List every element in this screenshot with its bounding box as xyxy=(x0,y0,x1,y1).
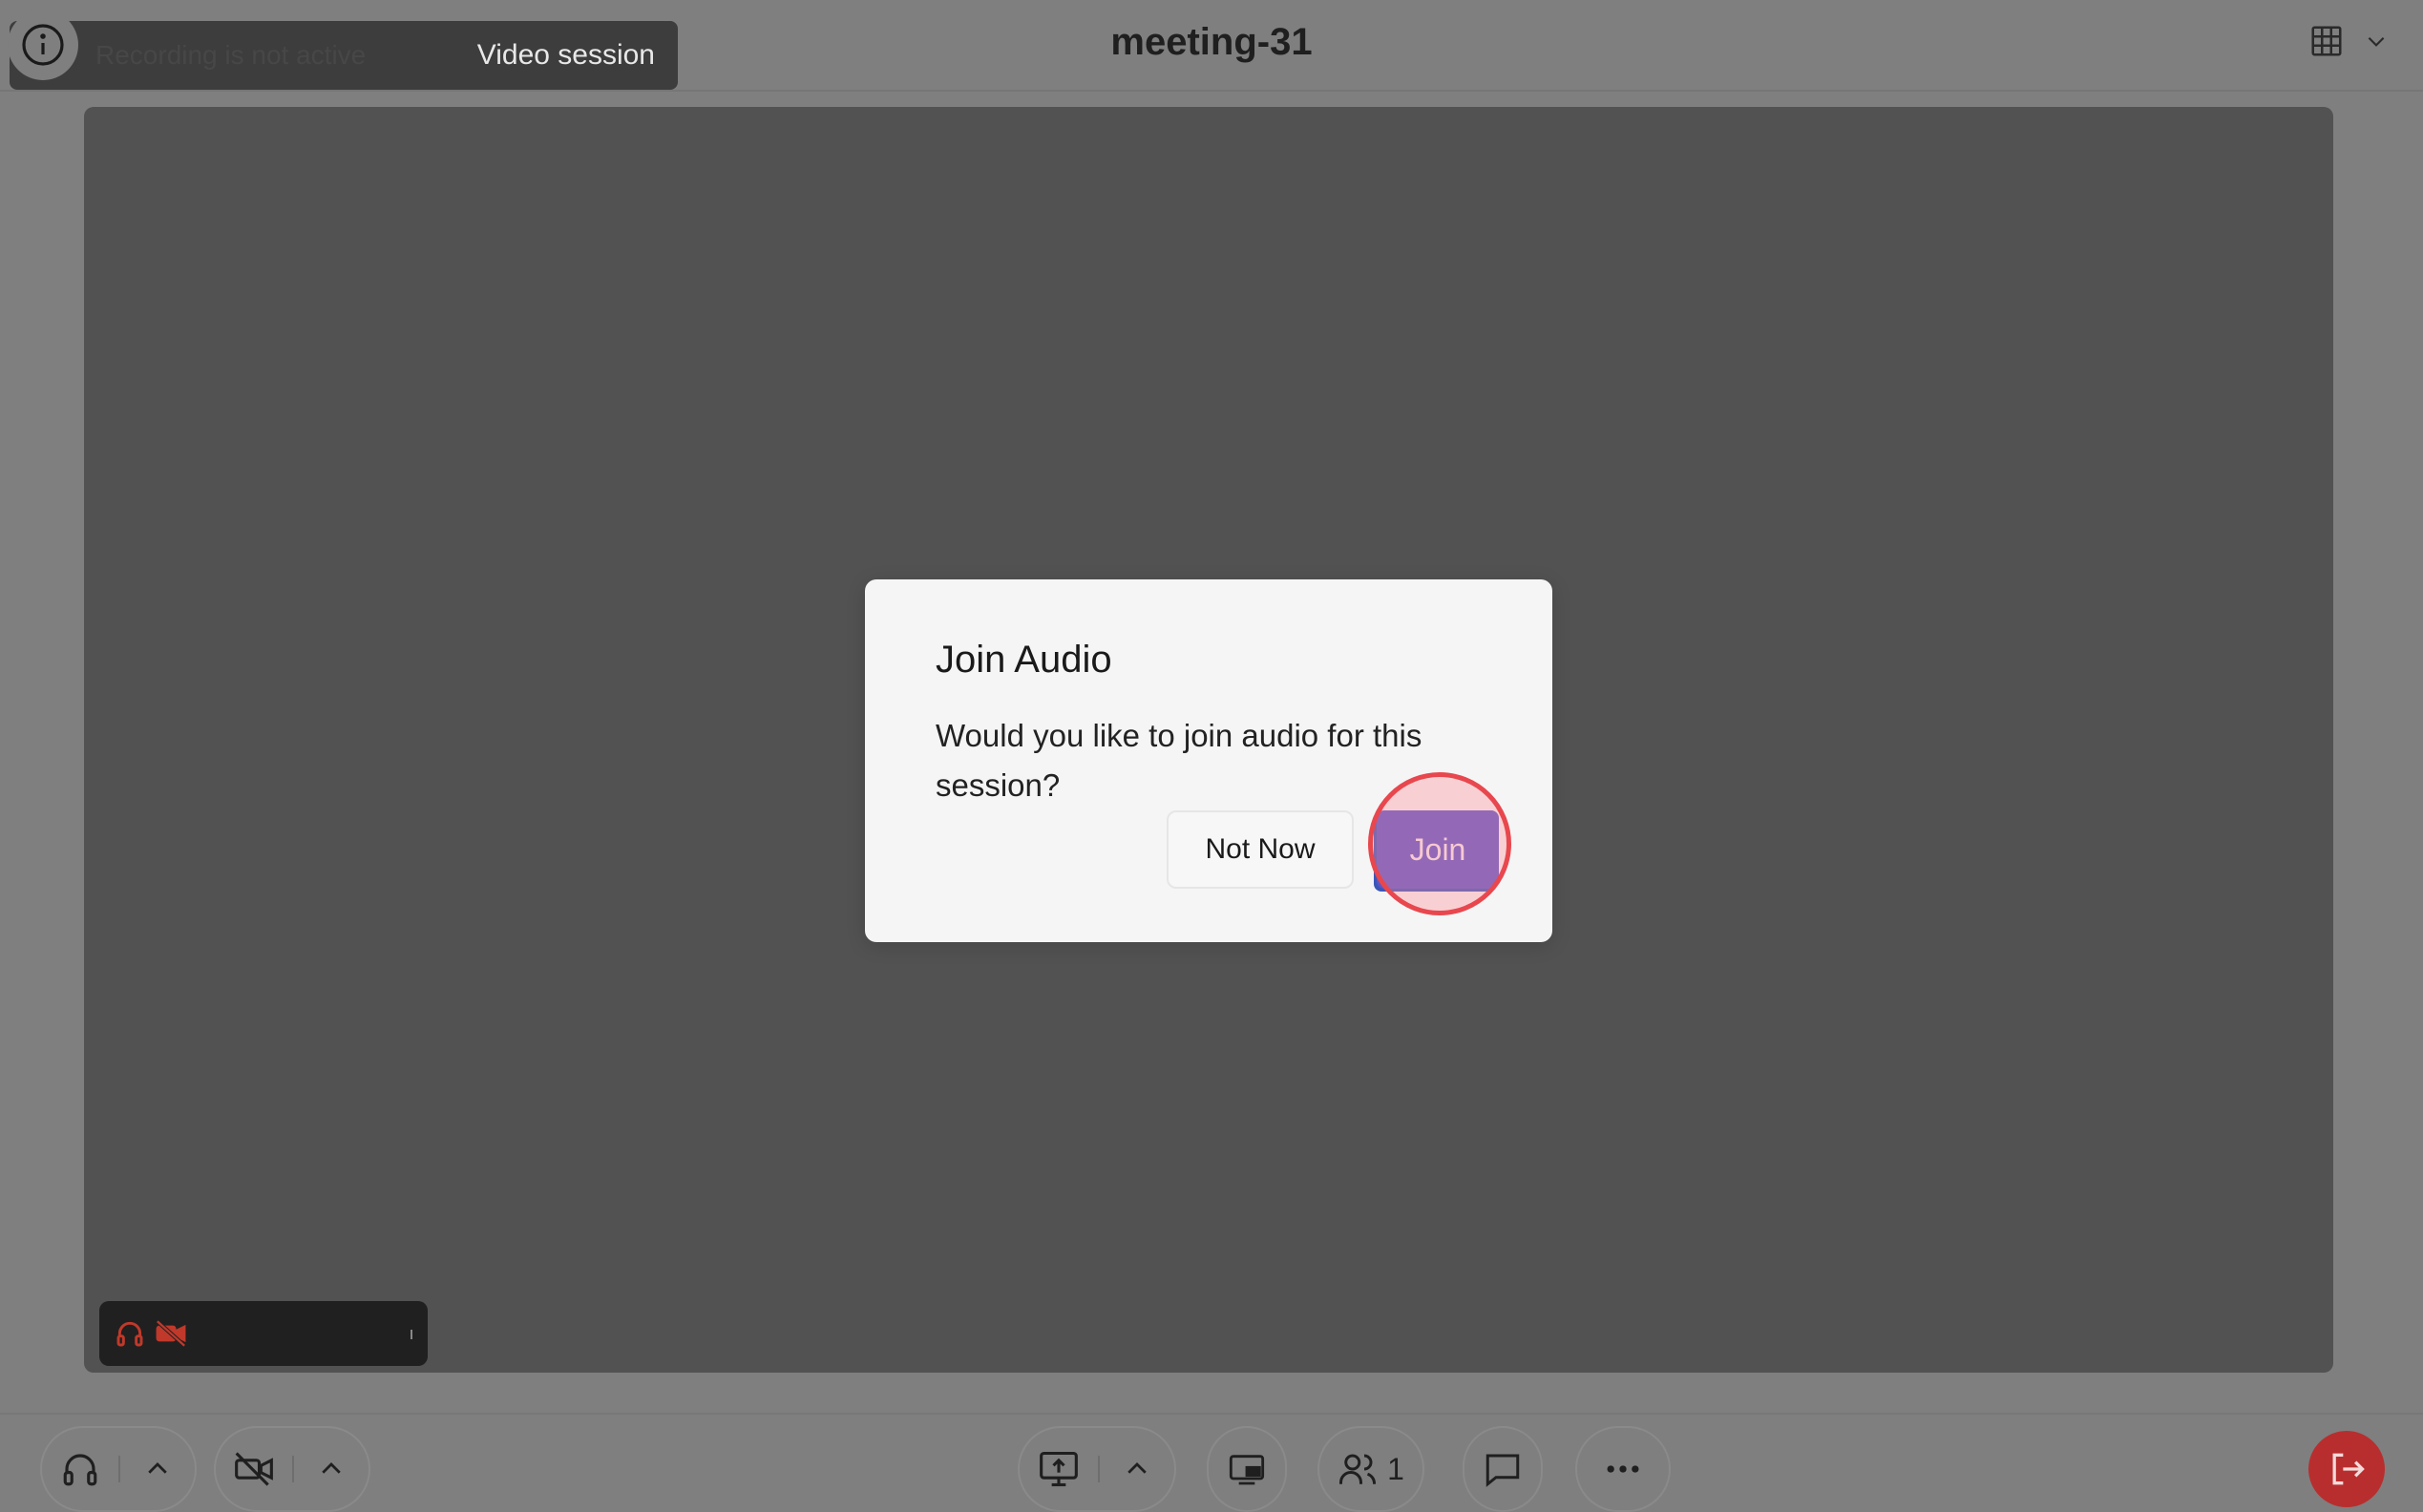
share-options-button[interactable] xyxy=(1100,1428,1174,1510)
participants-count: 1 xyxy=(1387,1451,1404,1486)
chat-icon xyxy=(1485,1454,1520,1487)
participant-status-bar xyxy=(99,1301,428,1366)
dialog-message: Would you like to join audio for this se… xyxy=(936,718,1422,803)
participants-button[interactable]: 1 xyxy=(1317,1426,1424,1512)
meeting-title: meeting-31 xyxy=(1110,21,1313,63)
headphones-icon xyxy=(63,1454,97,1486)
audio-options-button[interactable] xyxy=(120,1428,195,1510)
screen-share-icon xyxy=(1040,1451,1078,1487)
share-control-group xyxy=(1018,1426,1176,1512)
leave-icon xyxy=(2332,1453,2365,1485)
more-icon xyxy=(1607,1465,1639,1473)
share-screen-button[interactable] xyxy=(1020,1428,1098,1510)
layout-switcher-button[interactable] xyxy=(2308,23,2389,59)
audio-control-group xyxy=(40,1426,197,1512)
chevron-up-icon xyxy=(1127,1462,1147,1474)
chevron-up-icon xyxy=(148,1462,167,1474)
headphones-muted-icon xyxy=(116,1321,143,1347)
join-button[interactable]: Join xyxy=(1377,810,1499,889)
chevron-down-icon xyxy=(2368,36,2385,47)
picture-in-picture-icon xyxy=(1229,1455,1265,1485)
video-options-button[interactable] xyxy=(294,1428,369,1510)
footer-divider xyxy=(0,1413,2423,1415)
video-call-window: Recording is not active Video session me… xyxy=(0,0,2423,1512)
participants-icon xyxy=(1339,1454,1377,1484)
video-button[interactable] xyxy=(216,1428,292,1510)
leave-button[interactable] xyxy=(2308,1431,2385,1507)
resize-handle[interactable] xyxy=(411,1330,412,1339)
not-now-button[interactable]: Not Now xyxy=(1167,810,1354,889)
chevron-up-icon xyxy=(322,1462,341,1474)
header-divider xyxy=(0,90,2423,92)
dialog-title: Join Audio xyxy=(936,639,1112,681)
pip-button[interactable] xyxy=(1207,1426,1287,1512)
audio-button[interactable] xyxy=(42,1428,118,1510)
join-audio-dialog: Join Audio Would you like to join audio … xyxy=(865,579,1552,942)
more-options-button[interactable] xyxy=(1575,1426,1671,1512)
video-control-group xyxy=(214,1426,370,1512)
video-off-icon xyxy=(235,1452,273,1486)
video-off-icon xyxy=(156,1319,186,1348)
grid-icon xyxy=(2311,26,2342,56)
chat-button[interactable] xyxy=(1463,1426,1543,1512)
